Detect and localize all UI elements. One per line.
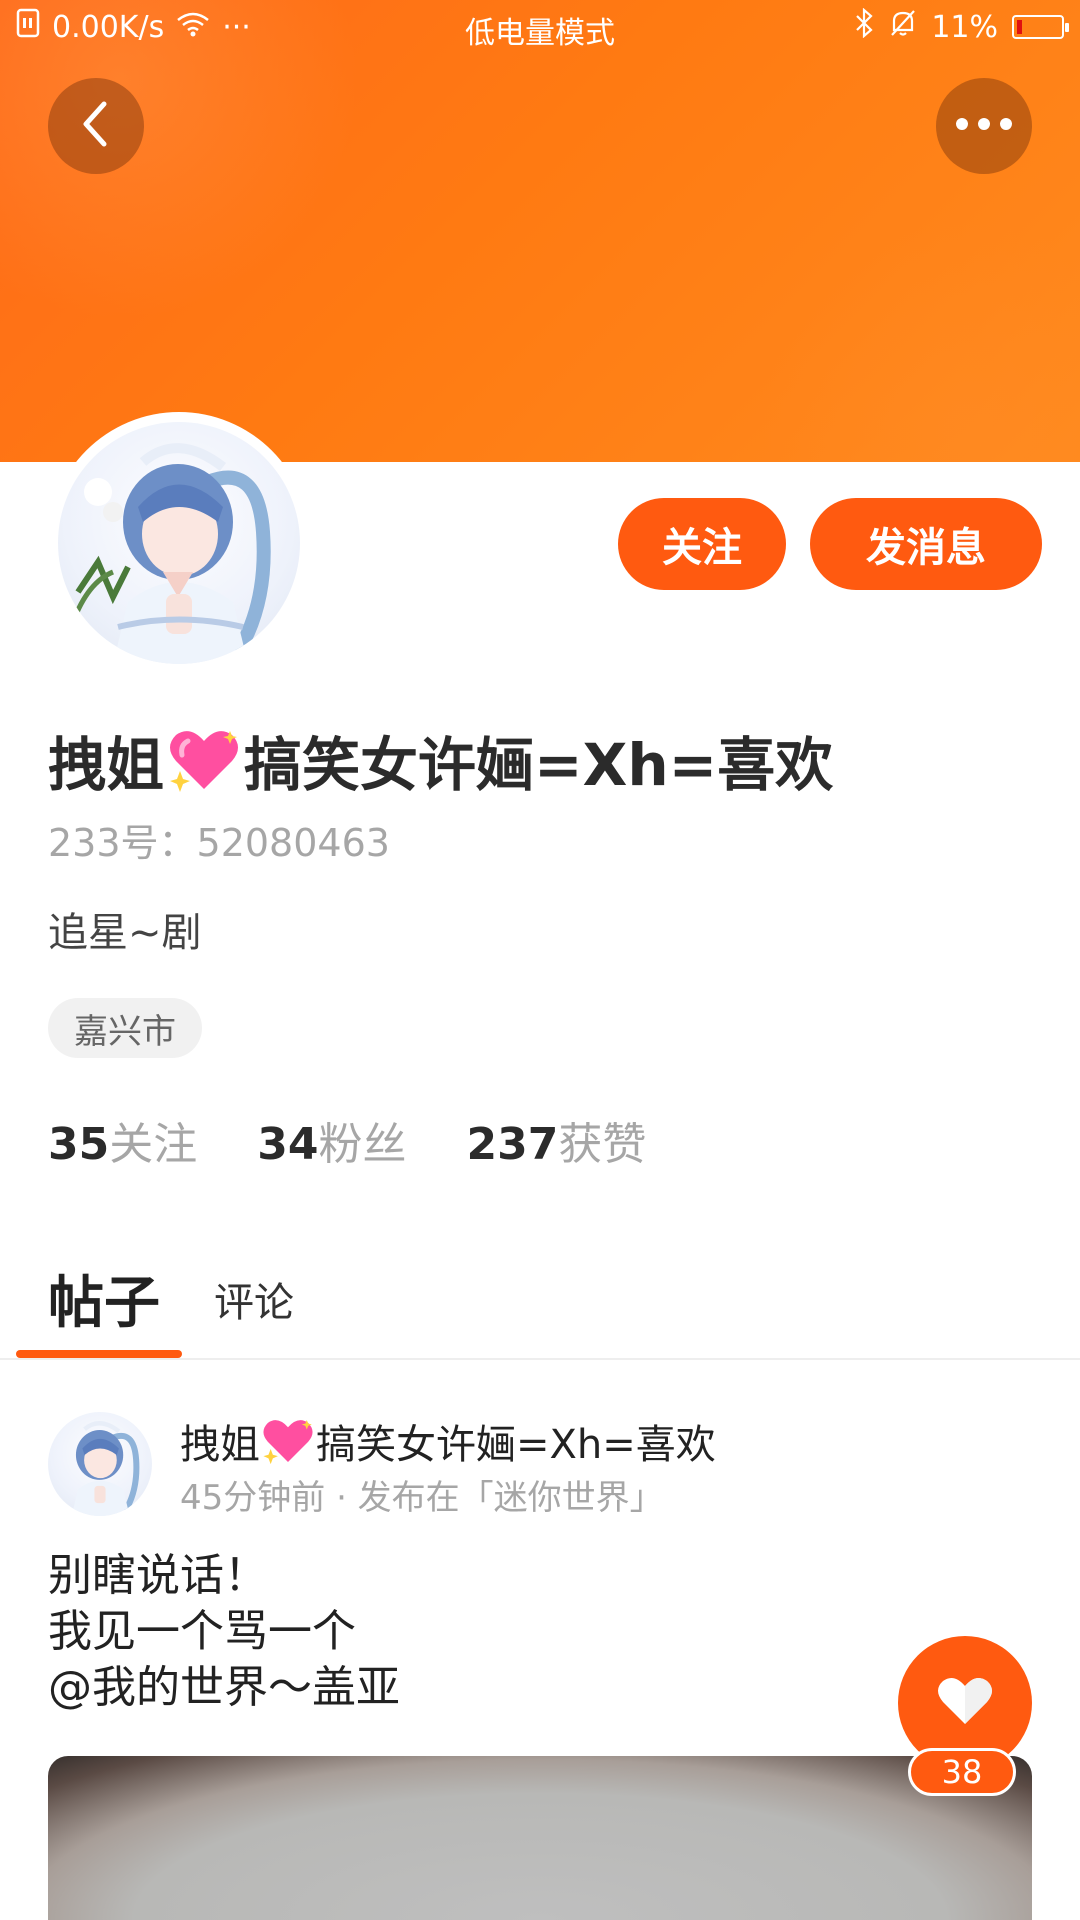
tab-posts[interactable]: 帖子 [48,1258,160,1339]
stat-number: 237 [466,1119,559,1170]
stat-number: 35 [48,1119,110,1170]
avatar [58,422,300,664]
sparkling-heart-icon [168,727,240,793]
post-mention-line: @我的世界～盖亚 [48,1662,400,1713]
post-image[interactable] [48,1756,1032,1920]
stat-followers[interactable]: 34粉丝 [257,1108,406,1172]
user-id: 233号：52080463 [48,821,390,865]
username-part2: 搞笑女许婳=Xh=喜欢 [244,731,834,799]
battery-level [1017,20,1022,34]
profile-username: 拽姐 搞笑女许婳=Xh=喜欢 [48,718,833,802]
stat-label: 关注 [109,1119,198,1170]
battery-icon [1012,15,1069,39]
heart-icon [937,1676,993,1730]
tab-comments[interactable]: 评论 [214,1270,294,1328]
author-part1: 拽姐 [180,1422,260,1468]
more-dots-icon [954,116,1014,136]
send-message-button[interactable]: 发消息 [810,498,1042,590]
bluetooth-icon [853,7,875,46]
post-body[interactable]: 别瞎说话！ 我见一个骂一个 @我的世界～盖亚 [48,1548,400,1716]
profile-banner [0,0,1080,462]
follow-button[interactable]: 关注 [618,498,786,590]
location-tag: 嘉兴市 [48,998,202,1058]
mute-bell-icon [889,8,917,46]
battery-percent: 11% [931,9,998,45]
chevron-left-icon [76,100,116,152]
profile-avatar-frame[interactable] [50,414,308,672]
profile-tabs: 帖子 评论 [0,1250,1080,1360]
more-options-button[interactable] [936,78,1032,174]
divider [0,1358,1080,1360]
tab-active-indicator [16,1350,182,1358]
profile-stats: 35关注 34粉丝 237获赞 [48,1108,646,1172]
post-meta: 45分钟前 · 发布在「迷你世界」 [180,1478,664,1518]
sparkling-heart-icon [262,1417,314,1465]
stat-label: 粉丝 [318,1119,407,1170]
status-bar: 0.00K/s ··· 低电量模式 11% [0,0,1080,56]
username-part1: 拽姐 [48,731,165,799]
post-line: 别瞎说话！ [48,1550,268,1601]
stat-likes[interactable]: 237获赞 [466,1108,646,1172]
like-count: 38 [908,1748,1016,1796]
author-part2: 搞笑女许婳=Xh=喜欢 [316,1422,716,1468]
stat-number: 34 [257,1119,319,1170]
back-button[interactable] [48,78,144,174]
user-bio: 追星~剧 [48,910,202,956]
post-line: 我见一个骂一个 [48,1606,356,1657]
post-author-avatar[interactable] [48,1412,152,1516]
banner-glow [760,220,1080,462]
stat-following[interactable]: 35关注 [48,1108,197,1172]
post-author-name[interactable]: 拽姐 搞笑女许婳=Xh=喜欢 [180,1412,716,1470]
stat-label: 获赞 [558,1119,647,1170]
